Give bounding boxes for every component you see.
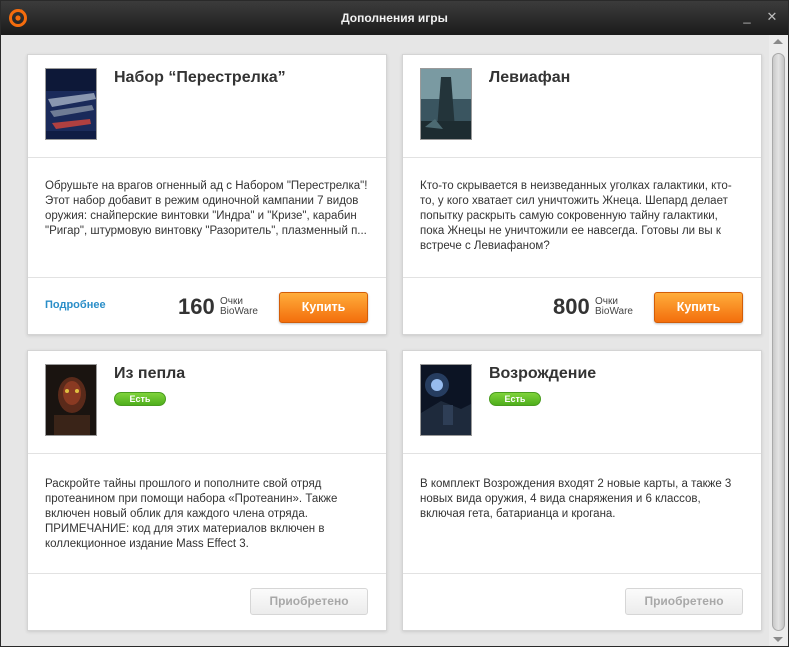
card-header: Возрождение Есть — [403, 351, 761, 454]
purchased-button: Приобретено — [625, 588, 743, 615]
leviathan-cover-icon — [420, 68, 472, 140]
addon-description: В комплект Возрождения входят 2 новые ка… — [420, 478, 732, 520]
addons-list: Набор “Перестрелка” Обрушьте на врагов о… — [1, 35, 769, 646]
card-footer: Подробнее 160 Очки BioWare Купить — [28, 277, 386, 335]
resurgence-cover-icon — [420, 364, 472, 436]
addon-card-leviathan: Левиафан Кто-то скрывается в неизведанны… — [402, 54, 762, 335]
card-header: Левиафан — [403, 55, 761, 158]
addon-title: Возрождение — [489, 365, 597, 382]
addon-title: Набор “Перестрелка” — [114, 69, 286, 86]
title-bar[interactable]: Дополнения игры _ ✕ — [1, 1, 788, 35]
addons-window: Дополнения игры _ ✕ Набор “Перестрелка” — [0, 0, 789, 647]
addon-card-firefight: Набор “Перестрелка” Обрушьте на врагов о… — [27, 54, 387, 335]
buy-button[interactable]: Купить — [654, 292, 743, 323]
card-footer: 800 Очки BioWare Купить — [403, 277, 761, 335]
buy-button[interactable]: Купить — [279, 292, 368, 323]
addon-card-from-ashes: Из пепла Есть Раскройте тайны прошлого и… — [27, 350, 387, 631]
price-value: 800 — [553, 294, 590, 319]
addon-description: Кто-то скрывается в неизведанных уголках… — [420, 180, 732, 252]
scroll-up-arrow-icon[interactable] — [773, 39, 783, 44]
addon-description: Обрушьте на врагов огненный ад с Набором… — [45, 180, 368, 237]
card-footer: Приобретено — [403, 573, 761, 631]
price-unit: Очки BioWare — [220, 297, 258, 317]
addon-description: Раскройте тайны прошлого и пополните сво… — [45, 478, 338, 550]
more-info-link[interactable]: Подробнее — [45, 299, 106, 311]
price-value: 160 — [178, 294, 215, 319]
addon-card-resurgence: Возрождение Есть В комплект Возрождения … — [402, 350, 762, 631]
card-footer: Приобретено — [28, 573, 386, 631]
owned-badge: Есть — [114, 392, 166, 406]
scroll-down-arrow-icon[interactable] — [773, 637, 783, 642]
card-header: Набор “Перестрелка” — [28, 55, 386, 158]
addon-title: Из пепла — [114, 365, 186, 382]
purchased-button: Приобретено — [250, 588, 368, 615]
owned-badge: Есть — [489, 392, 541, 406]
vertical-scrollbar[interactable] — [769, 35, 788, 646]
minimize-button[interactable]: _ — [739, 9, 755, 25]
price-unit-line2: BioWare — [220, 306, 258, 317]
addon-title: Левиафан — [489, 69, 571, 86]
close-button[interactable]: ✕ — [764, 9, 780, 25]
window-title: Дополнения игры — [341, 11, 448, 25]
scrollbar-thumb[interactable] — [772, 53, 785, 631]
price-unit: Очки BioWare — [595, 297, 633, 317]
firefight-pack-cover-icon — [45, 68, 97, 140]
card-header: Из пепла Есть — [28, 351, 386, 454]
price-unit-line2: BioWare — [595, 306, 633, 317]
from-ashes-cover-icon — [45, 364, 97, 436]
